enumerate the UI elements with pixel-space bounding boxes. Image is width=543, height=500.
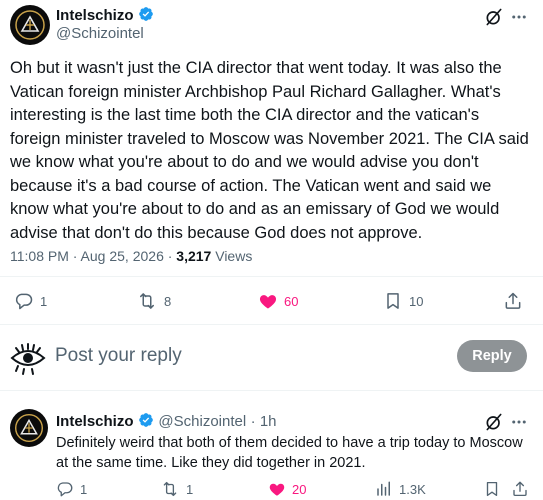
like-count: 60 xyxy=(284,293,299,309)
reply-repost-count: 1 xyxy=(186,481,194,497)
views-icon xyxy=(377,481,390,496)
reply-text: Definitely weird that both of them decid… xyxy=(56,435,523,471)
reply-bookmark-action[interactable] xyxy=(483,480,501,498)
repost-action[interactable]: 8 xyxy=(136,291,171,311)
tweet-text: Oh but it wasn't just the CIA director t… xyxy=(10,59,529,242)
divider xyxy=(0,276,543,277)
reply-author-name[interactable]: Intelschizo xyxy=(56,413,134,430)
bookmark-count: 10 xyxy=(409,293,424,309)
more-icon[interactable] xyxy=(508,6,530,28)
more-icon-svg xyxy=(512,420,526,424)
bookmark-icon xyxy=(387,293,399,309)
reply-author-avatar[interactable] xyxy=(10,409,48,447)
repost-icon xyxy=(140,293,154,309)
share-action[interactable] xyxy=(503,291,523,311)
reply-input[interactable]: Post your reply xyxy=(55,345,182,367)
reply-views-count: 1.3K xyxy=(399,481,426,497)
reply-share-action[interactable] xyxy=(511,480,529,498)
share-icon xyxy=(505,292,521,309)
grok-icon[interactable] xyxy=(483,411,505,433)
author-name-row[interactable]: Intelschizo xyxy=(56,6,154,25)
reply-count: 1 xyxy=(40,293,48,309)
bookmark-icon xyxy=(486,481,498,497)
heart-icon xyxy=(269,483,285,496)
tweet-meta: 11:08 PM · Aug 25, 2026 · 3,217 Views xyxy=(10,248,252,264)
heart-icon xyxy=(259,295,277,309)
reply-reply-action[interactable]: 1 xyxy=(56,480,87,498)
grok-icon-svg xyxy=(486,413,502,431)
reply-action[interactable]: 1 xyxy=(14,291,47,311)
author-handle[interactable]: @Schizointel xyxy=(56,25,144,42)
more-icon-svg xyxy=(512,15,526,19)
eye-logo-icon xyxy=(10,343,46,375)
repost-count: 8 xyxy=(164,293,172,309)
reply-button[interactable]: Reply xyxy=(457,340,527,372)
author-name[interactable]: Intelschizo xyxy=(56,7,134,24)
reply-like-action[interactable]: 20 xyxy=(268,480,306,498)
reply-repost-action[interactable]: 1 xyxy=(160,480,193,498)
grok-icon[interactable] xyxy=(483,6,505,28)
reply-like-count: 20 xyxy=(292,481,307,497)
like-action[interactable]: 60 xyxy=(258,291,298,311)
more-icon[interactable] xyxy=(508,411,530,433)
avatar-logo-icon xyxy=(11,6,49,44)
my-avatar[interactable] xyxy=(8,338,48,378)
verified-badge-icon xyxy=(139,7,153,21)
views-count: 3,217 xyxy=(176,248,212,264)
repost-icon xyxy=(163,481,177,497)
author-avatar[interactable] xyxy=(10,5,50,45)
bookmark-action[interactable]: 10 xyxy=(383,291,423,311)
grok-icon-svg xyxy=(486,8,502,26)
reply-reply-count: 1 xyxy=(80,481,88,497)
divider xyxy=(0,324,543,325)
reply-views-action[interactable]: 1.3K xyxy=(375,480,426,498)
verified-badge-icon xyxy=(139,413,153,427)
reply-author-handle[interactable]: @Schizointel xyxy=(158,413,246,430)
reply-header: Intelschizo @Schizointel · 1h xyxy=(56,412,277,431)
reply-icon xyxy=(15,293,33,310)
views-label: Views xyxy=(211,248,253,264)
tweet-timestamp[interactable]: 11:08 PM · Aug 25, 2026 · xyxy=(10,248,176,264)
reply-icon xyxy=(57,482,73,497)
divider xyxy=(0,390,543,391)
reply-time[interactable]: · 1h xyxy=(251,413,277,430)
share-icon xyxy=(513,481,527,497)
avatar-logo-icon xyxy=(10,409,48,447)
